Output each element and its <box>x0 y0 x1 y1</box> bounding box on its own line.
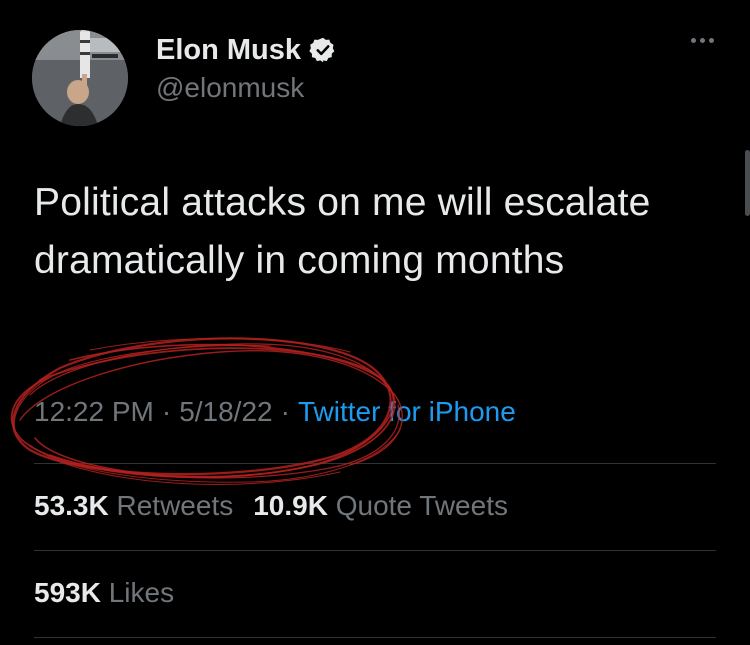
retweet-stats-row: 53.3K Retweets 10.9K Quote Tweets <box>34 490 508 522</box>
verified-badge-icon <box>309 37 335 63</box>
meta-separator: · <box>161 396 172 427</box>
likes-stats-row: 593K Likes <box>34 577 174 609</box>
retweets-count: 53.3K <box>34 490 109 521</box>
quote-tweets-stat[interactable]: 10.9K Quote Tweets <box>253 490 508 521</box>
tweet-metadata: 12:22 PM · 5/18/22 · Twitter for iPhone <box>34 396 516 428</box>
quote-tweets-count: 10.9K <box>253 490 328 521</box>
likes-stat[interactable]: 593K Likes <box>34 577 174 608</box>
more-options-icon[interactable] <box>691 38 714 43</box>
tweet-detail: Elon Musk @elonmusk Political attacks on… <box>0 0 750 645</box>
likes-count: 593K <box>34 577 101 608</box>
author-handle[interactable]: @elonmusk <box>156 72 304 104</box>
tweet-source-link[interactable]: Twitter for iPhone <box>298 396 516 427</box>
avatar[interactable] <box>32 30 128 126</box>
tweet-time[interactable]: 12:22 PM <box>34 396 154 427</box>
retweets-label: Retweets <box>116 490 234 521</box>
divider <box>34 463 716 464</box>
likes-label: Likes <box>108 577 175 608</box>
retweets-stat[interactable]: 53.3K Retweets <box>34 490 233 521</box>
divider <box>34 637 716 638</box>
tweet-date[interactable]: 5/18/22 <box>179 396 272 427</box>
tweet-text: Political attacks on me will escalate dr… <box>34 181 651 282</box>
author-name-row[interactable]: Elon Musk <box>156 30 337 70</box>
meta-separator: · <box>280 396 290 427</box>
scrollbar[interactable] <box>745 150 750 216</box>
author-name[interactable]: Elon Musk <box>156 34 301 67</box>
divider <box>34 550 716 551</box>
quote-tweets-label: Quote Tweets <box>335 490 508 521</box>
avatar-image <box>32 30 128 126</box>
